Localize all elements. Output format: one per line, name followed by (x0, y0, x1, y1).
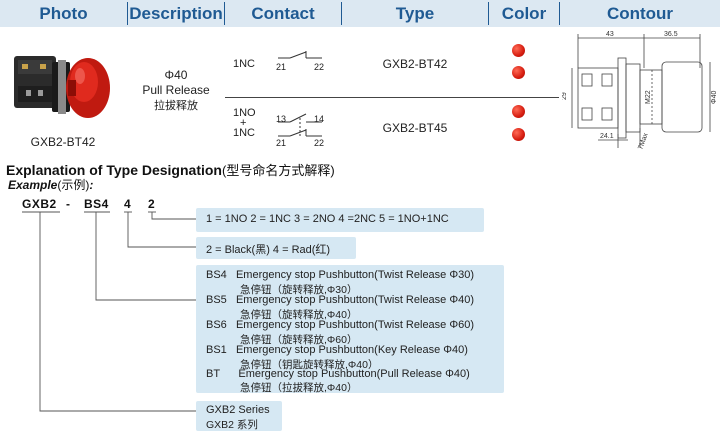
color-swatch-red (512, 105, 525, 118)
code-color: 4 (124, 197, 132, 211)
example-text: Example (8, 178, 58, 192)
operator-desc: Emergency stop Pushbutton(Key Release Φ4… (235, 344, 468, 356)
contact-label: 1NC (233, 127, 256, 139)
color-swatch-red (512, 44, 525, 57)
photo-caption: GXB2-BT42 (30, 135, 96, 149)
header-contact: Contact (251, 4, 315, 23)
example-cn: (示例) (57, 178, 90, 192)
operator-code-en: BS5 Emergency stop Pushbutton(Twist Rele… (206, 294, 474, 306)
operator-code: BS6 (206, 319, 227, 331)
terminal-number: 21 (276, 62, 287, 72)
dimension-label: M22 (645, 90, 652, 104)
contact-label: 1NC (233, 58, 256, 70)
operator-code-en: BS6 Emergency stop Pushbutton(Twist Rele… (206, 319, 474, 331)
product-photo (14, 56, 110, 118)
operator-code: BT (206, 368, 221, 380)
operator-code: BS1 (206, 344, 227, 356)
contact-code-box: 1 = 1NO 2 = 1NC 3 = 2NO 4 =2NC 5 = 1NO+1… (196, 208, 484, 232)
row-divider (225, 97, 559, 98)
header-contour: Contour (606, 4, 674, 23)
header-photo: Photo (39, 4, 88, 23)
terminal-number: 22 (314, 62, 325, 72)
dimension-label: 24.1 (600, 133, 614, 140)
series-cn: GXB2 系列 (206, 419, 258, 431)
type-code: GXB2-BT45 (382, 121, 448, 135)
contact-code-text: 1 = 1NO 2 = 1NC 3 = 2NO 4 =2NC 5 = 1NO+1… (206, 213, 449, 225)
operator-desc: Emergency stop Pushbutton(Twist Release … (235, 294, 475, 306)
code-contact: 2 (148, 197, 156, 211)
release-label-cn: 拉拔释放 (154, 100, 198, 112)
operator-desc: Emergency stop Pushbutton(Twist Release … (235, 269, 475, 281)
header-type: Type (395, 4, 435, 23)
type-code: GXB2-BT42 (382, 57, 448, 71)
dimension-label: 7Max (637, 132, 650, 151)
color-code-box: 2 = Black(黑) 4 = Rad(红) (196, 237, 356, 259)
operator-code-en: BT Emergency stop Pushbutton(Pull Releas… (206, 368, 470, 380)
operator-desc: Emergency stop Pushbutton(Pull Release Φ… (238, 368, 470, 380)
contour-drawing: 43 36.5 29 M22 Φ40 24.1 7Max (562, 31, 718, 151)
color-swatch-red (512, 66, 525, 79)
header-color: Color (501, 4, 547, 23)
operator-code-en: BS4 Emergency stop Pushbutton(Twist Rele… (206, 269, 474, 281)
table-header: Photo Description Contact Type Color Con… (0, 0, 720, 27)
operator-code: BS4 (206, 269, 227, 281)
diameter-label: Φ40 (164, 68, 188, 82)
dimension-label: 29 (562, 92, 568, 100)
series-en: GXB2 Series (206, 404, 270, 416)
dimension-label: 36.5 (664, 31, 678, 38)
terminal-number: 14 (314, 114, 325, 124)
code-dash: - (66, 197, 71, 211)
code-series: GXB2 (22, 197, 57, 211)
operator-code-en: BS1 Emergency stop Pushbutton(Key Releas… (206, 344, 468, 356)
header-description: Description (129, 4, 223, 23)
dimension-label: Φ40 (711, 91, 718, 104)
example-label: Example(示例): (8, 176, 93, 193)
color-swatch-red (512, 128, 525, 141)
release-label: Pull Release (142, 83, 210, 97)
terminal-number: 13 (276, 114, 287, 124)
terminal-number: 22 (314, 138, 325, 148)
operator-code-cn: 急停钮（拉拔释放,Φ40） (240, 382, 358, 394)
operator-code: BS5 (206, 294, 227, 306)
example-colon: : (89, 178, 94, 192)
color-code-text: 2 = Black(黑) 4 = Rad(红) (206, 244, 331, 256)
operator-code-box: BS4 Emergency stop Pushbutton(Twist Rele… (196, 265, 504, 394)
series-box: GXB2 Series GXB2 系列 (196, 401, 282, 431)
section-title-cn: (型号命名方式解释) (221, 163, 335, 178)
dimension-label: 43 (606, 31, 614, 38)
operator-desc: Emergency stop Pushbutton(Twist Release … (235, 319, 475, 331)
terminal-number: 21 (276, 138, 287, 148)
code-operator: BS4 (84, 197, 109, 211)
